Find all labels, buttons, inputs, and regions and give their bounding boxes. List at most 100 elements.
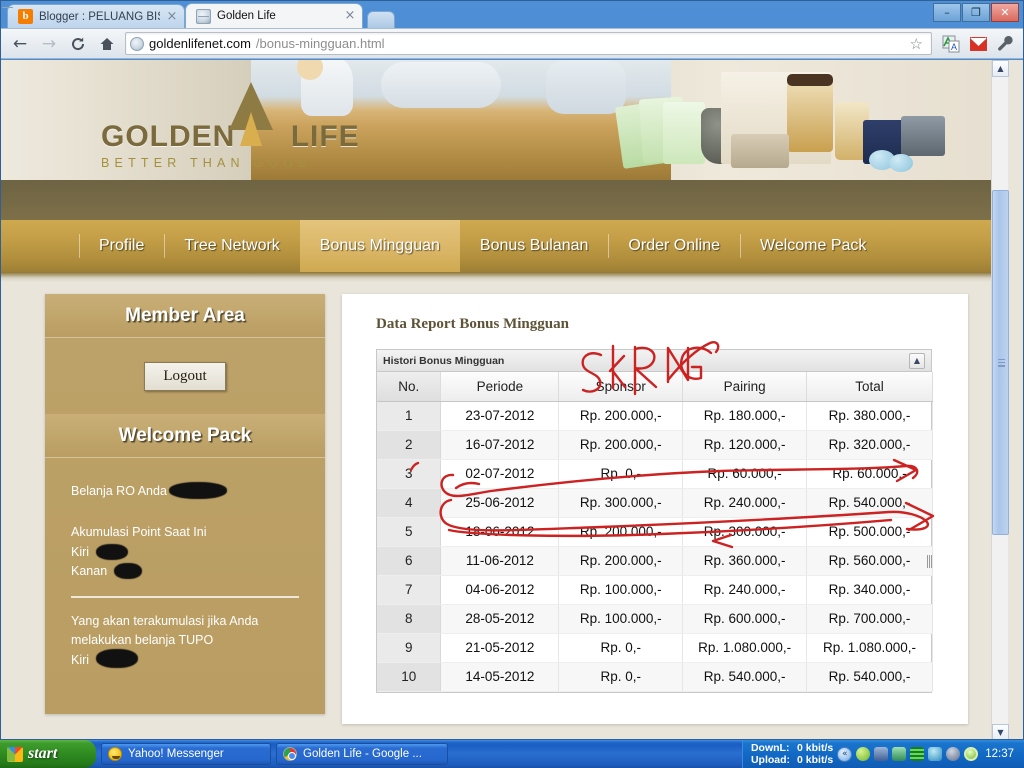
forward-icon[interactable]: → <box>36 32 62 56</box>
close-icon[interactable]: × <box>166 10 178 23</box>
nav-shadow <box>1 272 1008 282</box>
nav-item-tree-network[interactable]: Tree Network <box>164 220 299 272</box>
windows-flag-icon <box>7 746 23 762</box>
taskbar-item-yahoo-messenger[interactable]: Yahoo! Messenger <box>101 743 271 765</box>
logout-button[interactable]: Logout <box>144 361 226 391</box>
cell-sponsor: Rp. 100.000,- <box>558 604 684 634</box>
table-row[interactable]: 1 23-07-2012 Rp. 200.000,- Rp. 180.000,-… <box>377 401 933 431</box>
grid-resize-grip[interactable] <box>926 555 932 568</box>
cell-pairing: Rp. 600.000,- <box>682 604 808 634</box>
show-hidden-icons-icon[interactable]: « <box>837 746 853 762</box>
sidebar-divider <box>71 595 299 598</box>
cell-sponsor: Rp. 0,- <box>558 459 684 489</box>
tray-antivirus-icon[interactable] <box>892 747 907 761</box>
reload-icon[interactable] <box>65 32 91 56</box>
cell-periode: 11-06-2012 <box>440 546 560 576</box>
tray-power-icon[interactable] <box>964 747 979 761</box>
web-page: GOLDEN LIFE BETTER THAN GOOD Profile Tre… <box>1 60 1009 739</box>
bonus-table: No. Periode Sponsor Pairing Total 1 23-0… <box>377 372 933 692</box>
product-box <box>663 102 705 164</box>
system-tray: DownL: Upload: 0 kbit/s 0 kbit/s « 12:37 <box>741 740 1024 768</box>
download-label: DownL: <box>750 742 790 754</box>
column-header-no[interactable]: No. <box>377 372 442 402</box>
maximize-button[interactable]: ❐ <box>962 3 990 22</box>
tray-update-icon[interactable] <box>946 747 961 761</box>
nav-item-profile[interactable]: Profile <box>79 220 164 272</box>
tray-monitor-icon[interactable] <box>910 747 925 761</box>
column-header-sponsor[interactable]: Sponsor <box>558 372 684 402</box>
cell-total: Rp. 560.000,- <box>806 546 933 576</box>
browser-tab-golden-life[interactable]: Golden Life × <box>185 3 363 28</box>
browser-tab-blogger[interactable]: b Blogger : PELUANG BISNIS DA × <box>7 4 185 28</box>
tray-network-icon[interactable] <box>874 747 889 761</box>
browser-toolbar: ← → goldenlifenet.com/bonus-mingguan.htm… <box>1 28 1023 59</box>
close-window-button[interactable]: ✕ <box>991 3 1019 22</box>
nav-item-welcome-pack[interactable]: Welcome Pack <box>740 220 886 272</box>
tab-title: Blogger : PELUANG BISNIS DA <box>39 10 160 23</box>
table-row[interactable]: 5 18-06-2012 Rp. 200.000,- Rp. 300.000,-… <box>377 517 933 547</box>
translate-icon[interactable]: A <box>939 32 963 56</box>
tupo-kiri-label: Kiri <box>71 653 90 668</box>
home-icon[interactable] <box>94 32 120 56</box>
cell-pairing: Rp. 240.000,- <box>682 488 808 518</box>
page-scrollbar[interactable]: ▲ ▼ <box>991 60 1009 739</box>
back-icon[interactable]: ← <box>7 32 33 56</box>
cell-no: 2 <box>377 430 442 460</box>
site-logo[interactable]: GOLDEN LIFE BETTER THAN GOOD <box>101 82 360 170</box>
product-tin <box>901 116 945 156</box>
redacted-value <box>96 650 137 668</box>
kiri-row: Kiri <box>71 543 299 562</box>
table-row[interactable]: 4 25-06-2012 Rp. 300.000,- Rp. 240.000,-… <box>377 488 933 518</box>
cell-sponsor: Rp. 300.000,- <box>558 488 684 518</box>
address-bar[interactable]: goldenlifenet.com/bonus-mingguan.html ☆ <box>125 32 932 55</box>
table-row[interactable]: 6 11-06-2012 Rp. 200.000,- Rp. 360.000,-… <box>377 546 933 576</box>
cell-sponsor: Rp. 0,- <box>558 633 684 663</box>
window-controls: – ❐ ✕ <box>933 3 1019 22</box>
table-row[interactable]: 10 14-05-2012 Rp. 0,- Rp. 540.000,- Rp. … <box>377 662 933 692</box>
cell-total: Rp. 340.000,- <box>806 575 933 605</box>
table-row[interactable]: 7 04-06-2012 Rp. 100.000,- Rp. 240.000,-… <box>377 575 933 605</box>
nav-item-bonus-bulanan[interactable]: Bonus Bulanan <box>460 220 609 272</box>
scrollbar-thumb[interactable] <box>992 190 1009 535</box>
tray-messenger-icon[interactable] <box>856 747 871 761</box>
new-tab-button[interactable] <box>367 11 395 28</box>
gmail-icon[interactable] <box>966 32 990 56</box>
taskbar-item-golden-life[interactable]: Golden Life - Google ... <box>276 743 448 765</box>
windows-taskbar: start Yahoo! Messenger Golden Life - Goo… <box>0 740 1024 768</box>
svg-text:A: A <box>951 42 957 52</box>
cell-total: Rp. 380.000,- <box>806 401 933 431</box>
product-stone <box>889 154 913 172</box>
cell-total: Rp. 320.000,- <box>806 430 933 460</box>
grid-title: Histori Bonus Mingguan <box>383 354 505 367</box>
nav-item-bonus-mingguan[interactable]: Bonus Mingguan <box>299 220 460 272</box>
taskbar-item-label: Golden Life - Google ... <box>303 748 422 760</box>
bookmark-star-icon[interactable]: ☆ <box>906 35 927 53</box>
kiri-label: Kiri <box>71 544 90 559</box>
table-row[interactable]: 2 16-07-2012 Rp. 200.000,- Rp. 120.000,-… <box>377 430 933 460</box>
scroll-down-icon[interactable]: ▼ <box>992 724 1009 739</box>
start-button[interactable]: start <box>0 740 96 768</box>
logo-tagline: BETTER THAN GOOD <box>101 156 313 170</box>
table-row[interactable]: 9 21-05-2012 Rp. 0,- Rp. 1.080.000,- Rp.… <box>377 633 933 663</box>
tab-strip: b Blogger : PELUANG BISNIS DA × Golden L… <box>1 1 1023 28</box>
url-domain: goldenlifenet.com <box>149 36 251 51</box>
minimize-button[interactable]: – <box>933 3 961 22</box>
page-content: Member Area Logout Welcome Pack Belanja … <box>1 282 1008 739</box>
taskbar-clock[interactable]: 12:37 <box>982 748 1018 760</box>
cell-sponsor: Rp. 100.000,- <box>558 575 684 605</box>
column-header-periode[interactable]: Periode <box>440 372 560 402</box>
column-header-total[interactable]: Total <box>806 372 933 402</box>
collapse-icon[interactable]: ▲ <box>909 352 925 369</box>
close-icon[interactable]: × <box>344 9 356 22</box>
column-header-pairing[interactable]: Pairing <box>682 372 808 402</box>
cell-periode: 21-05-2012 <box>440 633 560 663</box>
scroll-up-icon[interactable]: ▲ <box>992 60 1009 77</box>
banner-divider <box>1 180 1008 220</box>
table-row[interactable]: 3 02-07-2012 Rp. 0,- Rp. 60.000,- Rp. 60… <box>377 459 933 489</box>
wrench-icon[interactable] <box>993 32 1017 56</box>
nav-item-order-online[interactable]: Order Online <box>608 220 740 272</box>
redacted-value <box>96 544 127 559</box>
tupo-kiri-row: Kiri <box>71 650 299 670</box>
table-row[interactable]: 8 28-05-2012 Rp. 100.000,- Rp. 600.000,-… <box>377 604 933 634</box>
tray-download-icon[interactable] <box>928 747 943 761</box>
